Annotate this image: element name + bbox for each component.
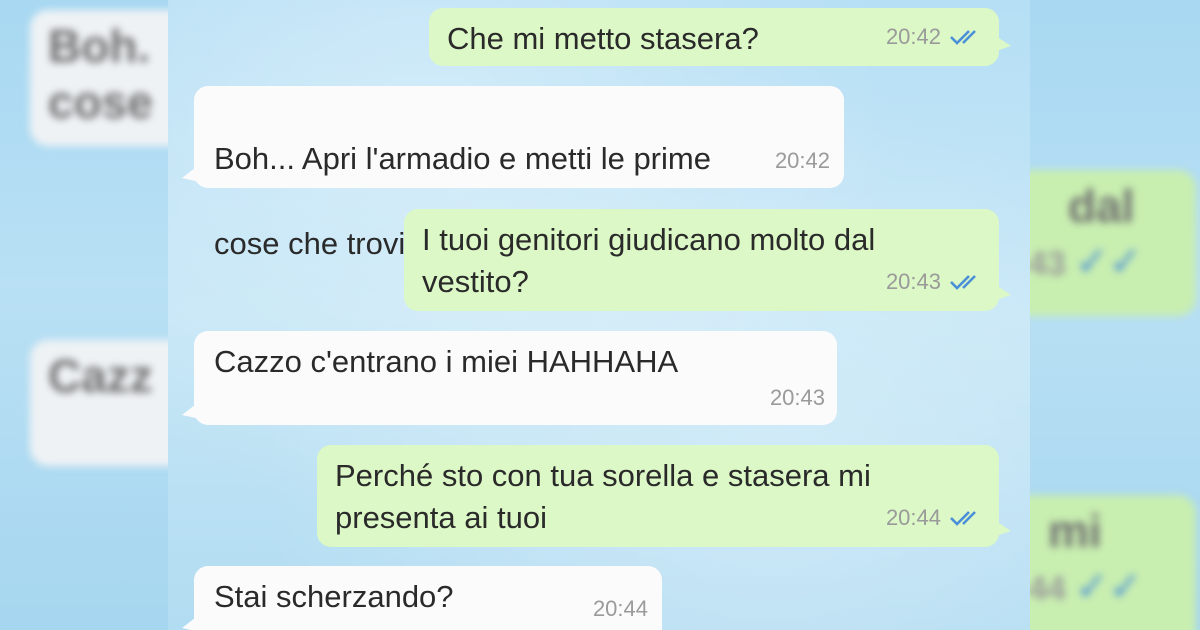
message-time: 20:43: [769, 385, 825, 410]
bubble-tail: [182, 401, 200, 419]
message-time: 20:42: [774, 148, 830, 173]
bubble-tail: [993, 34, 1011, 52]
message-bubble-incoming[interactable]: Stai scherzando? 20:44: [182, 566, 662, 630]
message-time: 20:43: [885, 269, 941, 294]
bubble-tail: [182, 164, 200, 182]
ghost-text: Boh.: [48, 20, 151, 72]
ghost-text: Cazz: [48, 350, 153, 402]
double-check-icon: [950, 275, 976, 290]
ghost-bubble: Boh. cose: [30, 10, 168, 146]
double-check-icon: [950, 30, 976, 45]
message-bubble-incoming[interactable]: Boh... Apri l'armadio e metti le prime c…: [182, 86, 844, 261]
bubble-tail: [993, 283, 1011, 301]
ghost-bubble: mi 44 ✓✓: [1030, 495, 1196, 630]
bubble-tail: [182, 614, 200, 630]
message-bubble-outgoing[interactable]: Perché sto con tua sorella e stasera mi …: [317, 445, 1011, 547]
message-time: 20:44: [885, 505, 941, 530]
blurred-background-left: Boh. cose Cazz: [0, 0, 168, 630]
ghost-bubble: Cazz: [30, 340, 168, 466]
bubble-tail: [993, 519, 1011, 537]
message-bubble-incoming[interactable]: Cazzo c'entrano i miei HAHHAHA 20:43: [182, 331, 837, 425]
blurred-background-right: dal 43 ✓✓ mi 44 ✓✓: [1030, 0, 1200, 630]
message-time: 20:44: [592, 596, 648, 621]
message-text: Cazzo c'entrano i miei HAHHAHA: [214, 344, 679, 379]
message-text: I tuoi genitori giudicano molto dal vest…: [422, 222, 876, 299]
ghost-text: dal: [1068, 180, 1135, 232]
double-check-icon: ✓✓: [1075, 240, 1143, 284]
message-text: Perché sto con tua sorella e stasera mi …: [335, 458, 871, 535]
ghost-text: 43: [1030, 245, 1066, 283]
double-check-icon: [950, 511, 976, 526]
ghost-bubble: dal 43 ✓✓: [1030, 170, 1196, 316]
ghost-text: mi: [1048, 505, 1102, 557]
double-check-icon: ✓✓: [1075, 565, 1143, 609]
message-time: 20:42: [885, 24, 941, 49]
ghost-text: cose: [48, 76, 153, 128]
message-text: Che mi metto stasera?: [447, 21, 759, 56]
message-text: Stai scherzando?: [214, 579, 454, 614]
chat-thread[interactable]: Che mi metto stasera? 20:42 Boh... Apri …: [168, 0, 1030, 630]
ghost-text: 44: [1030, 570, 1066, 608]
message-bubble-outgoing[interactable]: I tuoi genitori giudicano molto dal vest…: [404, 209, 1011, 311]
message-bubble-outgoing[interactable]: Che mi metto stasera? 20:42: [429, 8, 1011, 66]
